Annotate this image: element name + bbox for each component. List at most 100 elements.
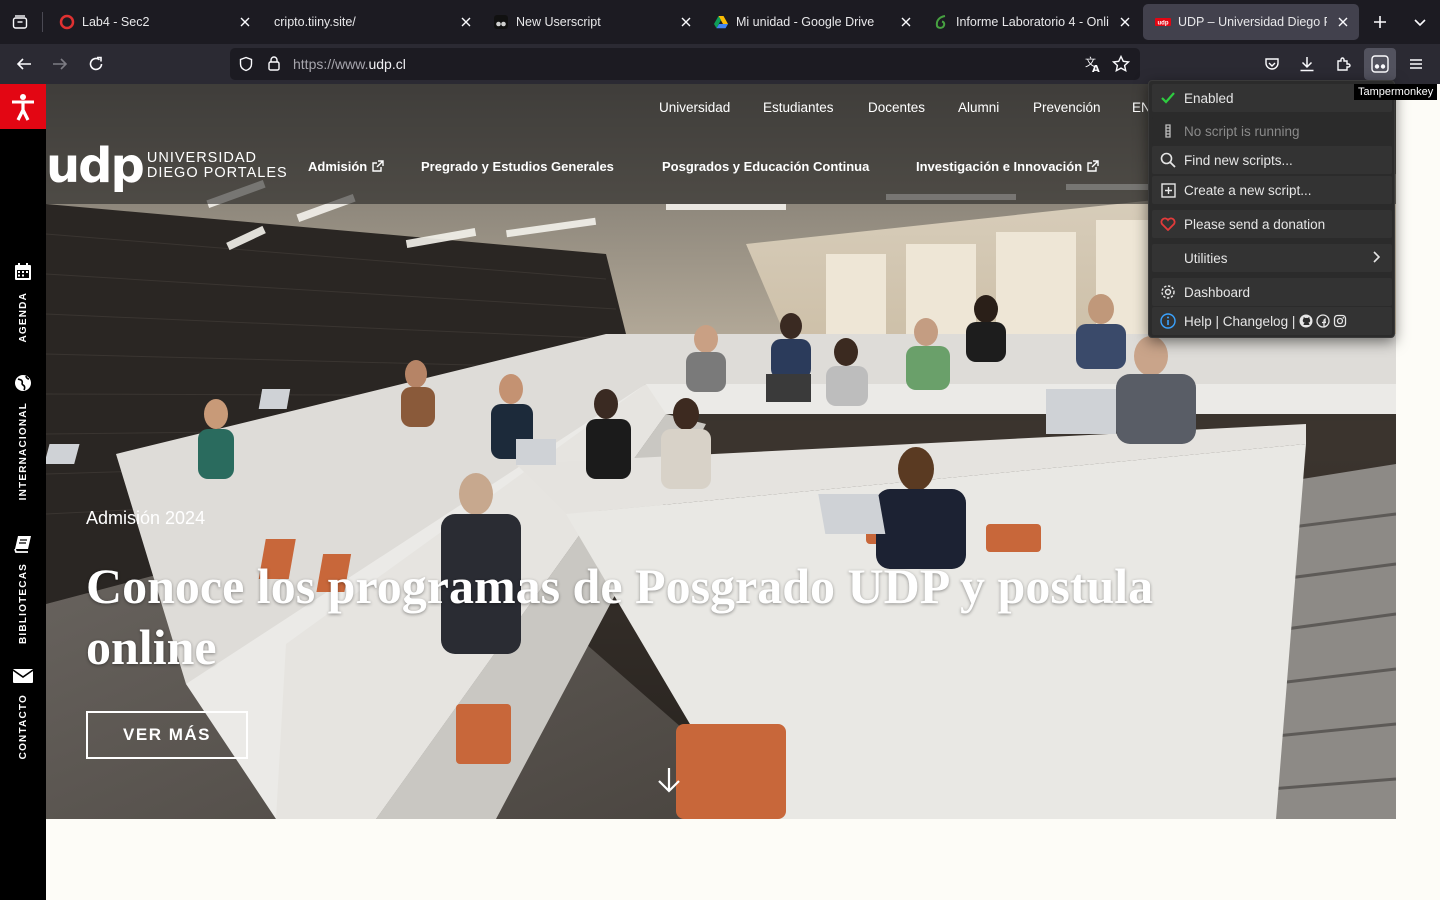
tampermonkey-icon bbox=[493, 14, 509, 30]
sidebar-item-bibliotecas[interactable]: BIBLIOTECAS bbox=[0, 535, 46, 644]
tm-help-changelog[interactable]: Help | Changelog | bbox=[1152, 307, 1392, 335]
app-menu-button[interactable] bbox=[1400, 48, 1432, 80]
topnav-universidad[interactable]: Universidad bbox=[659, 100, 730, 115]
tm-dashboard[interactable]: Dashboard bbox=[1152, 278, 1392, 306]
scroll-down-arrow-icon[interactable] bbox=[656, 766, 682, 799]
logo-mark: udp bbox=[46, 138, 145, 194]
chevron-down-icon bbox=[1414, 19, 1426, 27]
tab-title: cripto.tiiny.site/ bbox=[274, 15, 356, 29]
translate-icon[interactable]: 文A bbox=[1084, 55, 1102, 78]
mainnav-label: Posgrados y Educación Continua bbox=[662, 159, 870, 174]
mainnav-investigacion[interactable]: Investigación e Innovación bbox=[916, 159, 1099, 174]
tm-create-new-script[interactable]: Create a new script... bbox=[1152, 176, 1392, 204]
download-icon bbox=[1300, 57, 1314, 72]
close-icon[interactable] bbox=[456, 12, 476, 32]
tm-find-new-scripts[interactable]: Find new scripts... bbox=[1152, 146, 1392, 174]
tm-donation[interactable]: Please send a donation bbox=[1152, 210, 1392, 238]
bookmark-star-icon[interactable] bbox=[1111, 54, 1131, 78]
search-icon bbox=[1152, 152, 1184, 168]
url-text: https://www.udp.cl bbox=[293, 56, 406, 72]
sidebar-item-contacto[interactable]: CONTACTO bbox=[0, 668, 46, 759]
lock-icon[interactable] bbox=[266, 55, 282, 77]
tab-new-userscript[interactable]: New Userscript bbox=[481, 4, 702, 40]
tab-lab4[interactable]: Lab4 - Sec2 bbox=[47, 4, 261, 40]
url-domain: udp.cl bbox=[368, 56, 406, 72]
tampermonkey-tooltip: Tampermonkey bbox=[1354, 84, 1438, 100]
tm-social-links bbox=[1299, 314, 1347, 328]
close-icon[interactable] bbox=[1115, 12, 1135, 32]
script-icon bbox=[1152, 123, 1184, 139]
external-link-icon bbox=[1087, 160, 1099, 172]
tampermonkey-button[interactable] bbox=[1364, 48, 1396, 80]
tm-item-label: Find new scripts... bbox=[1184, 152, 1293, 168]
mainnav-label: Admisión bbox=[308, 159, 368, 174]
tm-utilities[interactable]: Utilities bbox=[1152, 244, 1392, 272]
tab-list-button[interactable] bbox=[4, 6, 36, 38]
calendar-icon bbox=[15, 263, 31, 280]
pocket-button[interactable] bbox=[1256, 48, 1288, 80]
tm-item-label: Dashboard bbox=[1184, 284, 1251, 300]
mainnav-pregrado[interactable]: Pregrado y Estudios Generales bbox=[421, 159, 614, 174]
tab-overview-icon bbox=[12, 15, 28, 29]
close-icon[interactable] bbox=[896, 12, 916, 32]
topnav-alumni[interactable]: Alumni bbox=[958, 100, 999, 115]
new-tab-button[interactable] bbox=[1364, 6, 1396, 38]
tracking-shield-icon[interactable] bbox=[238, 56, 254, 77]
udp-logo[interactable]: udp UNIVERSIDAD DIEGO PORTALES bbox=[46, 138, 288, 194]
arrow-left-icon bbox=[16, 58, 31, 70]
tm-no-script-running: No script is running bbox=[1152, 117, 1392, 145]
tab-cripto[interactable]: cripto.tiiny.site/ bbox=[262, 4, 482, 40]
forward-button[interactable] bbox=[44, 48, 76, 80]
back-button[interactable] bbox=[8, 48, 40, 80]
puzzle-icon bbox=[1337, 57, 1351, 71]
address-bar[interactable]: https://www.udp.cl 文A bbox=[230, 48, 1140, 80]
mainnav-admision[interactable]: Admisión bbox=[308, 159, 384, 174]
mainnav-label: Investigación e Innovación bbox=[916, 159, 1083, 174]
list-all-tabs-button[interactable] bbox=[1404, 6, 1436, 38]
heart-icon bbox=[1152, 217, 1184, 231]
arrow-right-icon bbox=[53, 58, 68, 70]
close-icon[interactable] bbox=[235, 12, 255, 32]
globe-icon bbox=[15, 375, 31, 391]
sidebar-item-agenda[interactable]: AGENDA bbox=[0, 262, 46, 343]
tab-overleaf[interactable]: Informe Laboratorio 4 - Online bbox=[921, 4, 1141, 40]
udp-icon: udp bbox=[1155, 14, 1171, 30]
logo-line-2: DIEGO PORTALES bbox=[146, 165, 288, 181]
hero-title: Conoce los programas de Posgrado UDP y p… bbox=[86, 558, 1154, 675]
topnav-estudiantes[interactable]: Estudiantes bbox=[763, 100, 834, 115]
ring-red-icon bbox=[59, 14, 75, 30]
tab-google-drive[interactable]: Mi unidad - Google Drive bbox=[701, 4, 922, 40]
mainnav-posgrados[interactable]: Posgrados y Educación Continua bbox=[662, 159, 869, 174]
tm-item-label: Create a new script... bbox=[1184, 182, 1312, 198]
downloads-button[interactable] bbox=[1291, 48, 1323, 80]
tab-title: New Userscript bbox=[516, 15, 601, 29]
close-icon[interactable] bbox=[1333, 12, 1353, 32]
reload-button[interactable] bbox=[80, 48, 112, 80]
pocket-icon bbox=[1265, 58, 1279, 70]
sidebar-label: INTERNACIONAL bbox=[17, 402, 29, 501]
ver-mas-button[interactable]: VER MÁS bbox=[86, 711, 248, 759]
topnav-prevencion[interactable]: Prevención bbox=[1033, 100, 1101, 115]
hero-kicker: Admisión 2024 bbox=[86, 508, 206, 528]
sidebar-label: BIBLIOTECAS bbox=[17, 563, 29, 644]
tm-item-label: Enabled bbox=[1184, 90, 1234, 106]
tab-title: Informe Laboratorio 4 - Online bbox=[956, 15, 1109, 29]
overleaf-icon bbox=[933, 14, 949, 30]
info-icon bbox=[1152, 313, 1184, 329]
sidebar-label: CONTACTO bbox=[17, 694, 29, 760]
accessibility-button[interactable] bbox=[0, 84, 46, 129]
instagram-icon[interactable] bbox=[1333, 314, 1347, 328]
facebook-icon[interactable] bbox=[1316, 314, 1330, 328]
extensions-button[interactable] bbox=[1328, 48, 1360, 80]
tab-title: UDP – Universidad Diego Portales bbox=[1178, 15, 1327, 29]
topnav-docentes[interactable]: Docentes bbox=[868, 100, 925, 115]
mainnav-label: Pregrado y Estudios Generales bbox=[421, 159, 614, 174]
side-quick-links: AGENDA INTERNACIONAL BIBLIOTECAS CONTACT… bbox=[0, 84, 46, 900]
tm-item-label: No script is running bbox=[1184, 123, 1300, 139]
tab-title: Lab4 - Sec2 bbox=[82, 15, 150, 29]
sidebar-item-internacional[interactable]: INTERNACIONAL bbox=[0, 374, 46, 500]
close-icon[interactable] bbox=[676, 12, 696, 32]
tab-udp[interactable]: udp UDP – Universidad Diego Portales bbox=[1143, 4, 1359, 40]
github-icon[interactable] bbox=[1299, 314, 1313, 328]
book-icon bbox=[14, 536, 31, 553]
